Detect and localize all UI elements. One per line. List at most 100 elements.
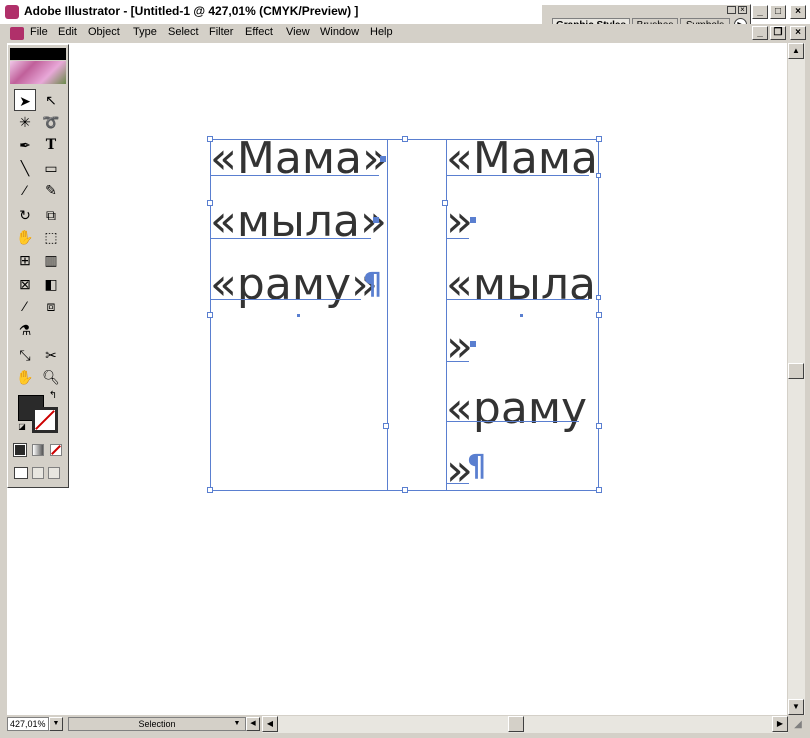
handle[interactable] [596, 423, 602, 429]
window-title: Adobe Illustrator - [Untitled-1 @ 427,01… [24, 4, 359, 18]
eyedropper-icon[interactable]: ⁄ [14, 295, 36, 317]
handle[interactable] [207, 487, 213, 493]
doc-restore-button[interactable]: ❐ [770, 26, 786, 40]
vertical-scroll-thumb[interactable] [788, 363, 804, 379]
handle[interactable] [596, 312, 602, 318]
baseline [447, 175, 589, 176]
scroll-down-button[interactable]: ▼ [788, 699, 804, 715]
scroll-right-button[interactable]: ▶ [772, 716, 788, 732]
baseline [447, 483, 469, 484]
slice-icon[interactable]: ⤡ [14, 344, 36, 366]
selection-arrow-icon[interactable]: ➤ [14, 89, 36, 111]
menu-object[interactable]: Object [88, 26, 120, 38]
color-mode-icon[interactable] [13, 443, 27, 457]
minimize-button[interactable]: _ [752, 5, 768, 19]
thread-top [388, 139, 446, 140]
default-colors-icon[interactable]: ◪ [16, 421, 28, 433]
menu-bar: File Edit Object Type Select Filter Effe… [0, 24, 810, 43]
close-button[interactable]: × [790, 5, 806, 19]
menu-select[interactable]: Select [168, 26, 199, 38]
text-line: «мыла [446, 259, 596, 310]
menu-type[interactable]: Type [133, 26, 157, 38]
panel-close-button[interactable]: × [738, 6, 747, 14]
scroll-up-button[interactable]: ▲ [788, 43, 804, 59]
handle[interactable] [402, 136, 408, 142]
menu-view[interactable]: View [286, 26, 310, 38]
status-field[interactable]: Selection [68, 717, 246, 731]
thread-bottom [388, 490, 446, 491]
baseline [211, 238, 371, 239]
scissors-icon[interactable]: ✂ [40, 344, 62, 366]
center-point [520, 314, 523, 317]
document-icon[interactable] [10, 27, 24, 40]
full-screen-mode-icon[interactable] [48, 467, 60, 479]
blend-icon[interactable]: ⧈ [40, 295, 62, 317]
horizontal-scrollbar[interactable]: ◀ ▶ [262, 716, 788, 733]
none-mode-icon[interactable] [50, 444, 62, 456]
direct-selection-icon[interactable]: ↖ [40, 89, 62, 111]
flower-logo-icon [10, 61, 66, 84]
panel-collapse-button[interactable] [727, 6, 736, 14]
paintbrush-icon[interactable]: ⁄ [14, 179, 36, 201]
menu-edit[interactable]: Edit [58, 26, 77, 38]
vertical-scrollbar[interactable]: ▲ ▼ [788, 43, 805, 715]
doc-close-button[interactable]: × [790, 26, 806, 40]
pencil-icon[interactable]: ✎ [40, 179, 62, 201]
handle[interactable] [207, 312, 213, 318]
mesh-icon[interactable]: ⊠ [14, 273, 36, 295]
gradient-icon[interactable]: ◧ [40, 273, 62, 295]
artboard-canvas[interactable]: «Мама» «мыла» «раму» ¶ «Мама » «мыла » «… [7, 43, 787, 715]
lasso-icon[interactable]: ➰ [40, 111, 62, 133]
free-transform-icon[interactable]: ⬚ [40, 226, 62, 248]
scroll-left-button[interactable]: ◀ [262, 716, 278, 732]
center-point [297, 314, 300, 317]
full-screen-menu-mode-icon[interactable] [32, 467, 44, 479]
menu-file[interactable]: File [30, 26, 48, 38]
handle[interactable] [383, 423, 389, 429]
end-marker [380, 156, 386, 162]
handle[interactable] [596, 487, 602, 493]
pen-icon[interactable]: ✒ [14, 134, 36, 156]
menu-window[interactable]: Window [320, 26, 359, 38]
horizontal-scroll-thumb[interactable] [508, 716, 524, 732]
handle[interactable] [402, 487, 408, 493]
hand-icon[interactable]: ✋ [14, 366, 36, 388]
menu-effect[interactable]: Effect [245, 26, 273, 38]
baseline [447, 421, 579, 422]
text-line: «раму [446, 383, 588, 434]
baseline [211, 175, 379, 176]
baseline [447, 238, 469, 239]
menu-filter[interactable]: Filter [209, 26, 233, 38]
toolbox: ➤ ↖ ✳ ➰ ✒ T ╲ ▭ ⁄ ✎ ↻ ⧉ ✋ ⬚ ⊞ ▥ ⊠ ◧ ⁄ ⧈ … [7, 44, 69, 488]
zoom-dropdown-button[interactable]: ▼ [49, 717, 63, 731]
text-line: «раму» [210, 259, 378, 310]
handle[interactable] [596, 295, 601, 300]
menu-help[interactable]: Help [370, 26, 393, 38]
zoom-level-field[interactable]: 427,01% [7, 717, 49, 731]
doc-minimize-button[interactable]: _ [752, 26, 768, 40]
status-dropdown-icon[interactable]: ▼ [232, 718, 242, 730]
resize-grip-icon[interactable]: ◢ [790, 717, 806, 733]
warp-icon[interactable]: ✋ [14, 226, 36, 248]
standard-screen-mode-icon[interactable] [14, 467, 28, 479]
rotate-icon[interactable]: ↻ [14, 204, 36, 226]
end-marker [373, 217, 379, 223]
scale-icon[interactable]: ⧉ [40, 204, 62, 226]
line-segment-icon[interactable]: ╲ [14, 157, 36, 179]
type-icon[interactable]: T [40, 134, 62, 156]
live-paint-bucket-icon[interactable]: ⚗ [14, 319, 36, 341]
baseline [447, 361, 469, 362]
column-graph-icon[interactable]: ▥ [40, 249, 62, 271]
gradient-mode-icon[interactable] [32, 444, 44, 456]
end-marker [470, 341, 476, 347]
maximize-button[interactable]: □ [770, 5, 786, 19]
swap-colors-icon[interactable]: ↰ [46, 389, 60, 403]
rectangle-icon[interactable]: ▭ [40, 157, 62, 179]
magic-wand-icon[interactable]: ✳ [14, 111, 36, 133]
toolbox-header[interactable] [10, 48, 66, 60]
zoom-icon[interactable]: 🔍︎ [40, 366, 62, 388]
status-prev-button[interactable]: ◀ [246, 717, 260, 731]
baseline [211, 299, 361, 300]
stroke-swatch[interactable] [32, 407, 58, 433]
symbol-sprayer-icon[interactable]: ⊞ [14, 249, 36, 271]
